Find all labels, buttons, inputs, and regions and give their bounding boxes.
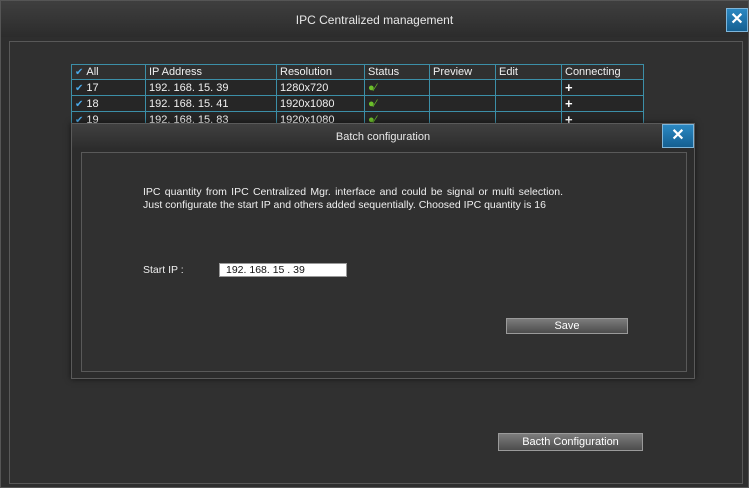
row-select[interactable]: ✔ 17 [71,79,146,96]
check-icon: ✔ [75,67,84,78]
user-online-icon: ●⁄ [368,97,377,110]
col-ip-address: IP Address [145,64,277,80]
user-online-icon: ●⁄ [368,81,377,94]
close-icon: ✕ [671,127,685,144]
status-cell: ●⁄ [364,95,430,112]
status-cell: ●⁄ [364,79,430,96]
table-header-row: ✔ All IP Address Resolution Status Previe… [71,64,644,80]
batch-configuration-button[interactable]: Bacth Configuration [498,433,643,451]
preview-cell[interactable] [429,79,496,96]
window-title: IPC Centralized management [295,13,454,27]
dialog-title: Batch configuration [335,131,431,143]
preview-cell[interactable] [429,95,496,112]
dialog-body: IPC quantity from IPC Centralized Mgr. i… [81,152,687,372]
table-row[interactable]: ✔ 17 192. 168. 15. 39 1280x720 ●⁄ + [71,79,644,96]
resolution-cell: 1280x720 [276,79,365,96]
connecting-cell[interactable]: + [561,95,644,112]
table-row[interactable]: ✔ 18 192. 168. 15. 41 1920x1080 ●⁄ + [71,95,644,112]
window-titlebar: IPC Centralized management [1,1,748,37]
col-resolution: Resolution [276,64,365,80]
edit-cell[interactable] [495,95,562,112]
resolution-cell: 1920x1080 [276,95,365,112]
col-connecting: Connecting [561,64,644,80]
plus-icon[interactable]: + [565,96,573,111]
ipc-table: ✔ All IP Address Resolution Status Previe… [71,64,644,128]
ipc-management-window: IPC Centralized management ✕ ✔ All IP Add… [0,0,749,488]
batch-configuration-dialog: Batch configuration ✕ IPC quantity from … [71,123,695,379]
ip-cell: 192. 168. 15. 41 [145,95,277,112]
col-edit: Edit [495,64,562,80]
dialog-close-button[interactable]: ✕ [662,124,694,148]
plus-icon[interactable]: + [565,80,573,95]
col-all[interactable]: ✔ All [71,64,146,80]
connecting-cell[interactable]: + [561,79,644,96]
dialog-titlebar: Batch configuration [72,124,694,148]
row-select[interactable]: ✔ 18 [71,95,146,112]
col-status: Status [364,64,430,80]
save-button[interactable]: Save [506,318,628,334]
ip-cell: 192. 168. 15. 39 [145,79,277,96]
dialog-description: IPC quantity from IPC Centralized Mgr. i… [143,186,563,211]
edit-cell[interactable] [495,79,562,96]
close-icon: ✕ [730,11,744,28]
col-preview: Preview [429,64,496,80]
start-ip-label: Start IP : [143,264,184,276]
check-icon: ✔ [75,98,84,110]
window-close-button[interactable]: ✕ [726,8,748,32]
check-icon: ✔ [75,82,84,94]
start-ip-input[interactable] [219,263,347,277]
